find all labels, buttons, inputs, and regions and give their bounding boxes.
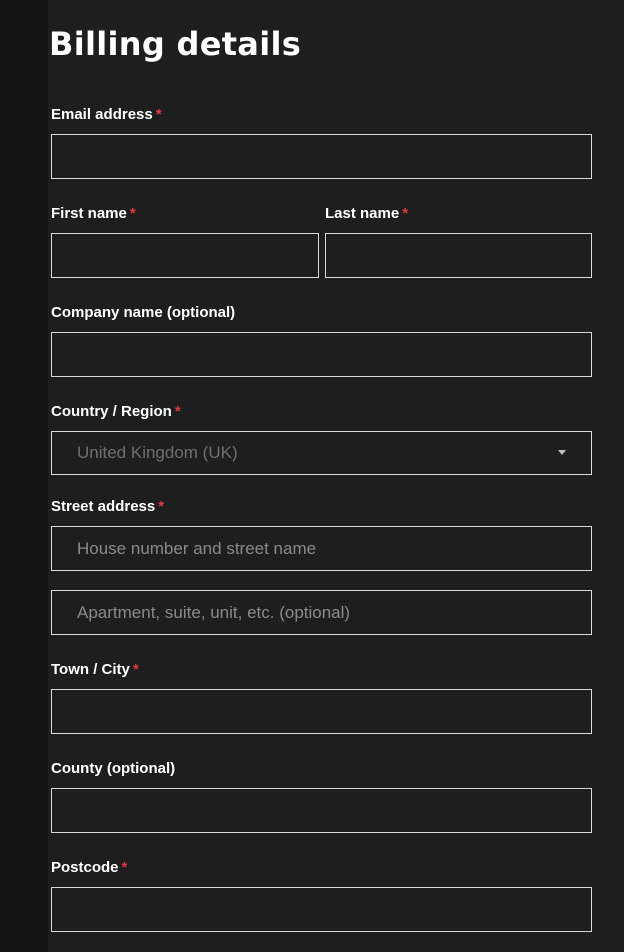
city-field[interactable]	[51, 689, 592, 734]
first-name-field[interactable]	[51, 233, 319, 278]
country-select[interactable]: United Kingdom (UK)	[51, 431, 592, 475]
county-label: County (optional)	[51, 760, 175, 778]
county-label-text: County (optional)	[51, 760, 176, 777]
required-mark: *	[132, 661, 139, 678]
first-name-label-text: First name	[51, 205, 127, 222]
email-label: Email address *	[51, 106, 162, 124]
last-name-label-text: Last name	[325, 205, 400, 222]
required-mark: *	[158, 498, 165, 515]
chevron-down-icon	[558, 450, 566, 455]
city-label: Town / City *	[51, 661, 139, 679]
county-field[interactable]	[51, 788, 592, 833]
street-line1-field[interactable]	[51, 526, 592, 571]
required-mark: *	[402, 205, 409, 222]
last-name-field[interactable]	[325, 233, 592, 278]
postcode-field[interactable]	[51, 887, 592, 932]
left-gutter	[0, 0, 48, 952]
postcode-label: Postcode *	[51, 859, 127, 877]
company-field[interactable]	[51, 332, 592, 377]
required-mark: *	[155, 106, 162, 123]
last-name-label: Last name *	[325, 205, 408, 223]
country-label-text: Country / Region	[51, 403, 172, 420]
city-label-text: Town / City	[51, 661, 130, 678]
email-field[interactable]	[51, 134, 592, 179]
country-label: Country / Region *	[51, 403, 181, 421]
required-mark: *	[121, 859, 128, 876]
country-selected-value: United Kingdom (UK)	[77, 443, 238, 462]
required-mark: *	[129, 205, 136, 222]
email-label-text: Email address	[51, 106, 153, 123]
company-label: Company name (optional)	[51, 304, 235, 322]
street-label-text: Street address	[51, 498, 156, 515]
company-label-text: Company name (optional)	[51, 304, 236, 321]
street-label: Street address *	[51, 498, 164, 516]
first-name-label: First name *	[51, 205, 136, 223]
street-line2-field[interactable]	[51, 590, 592, 635]
postcode-label-text: Postcode	[51, 859, 119, 876]
page-title: Billing details	[49, 25, 302, 63]
required-mark: *	[174, 403, 181, 420]
